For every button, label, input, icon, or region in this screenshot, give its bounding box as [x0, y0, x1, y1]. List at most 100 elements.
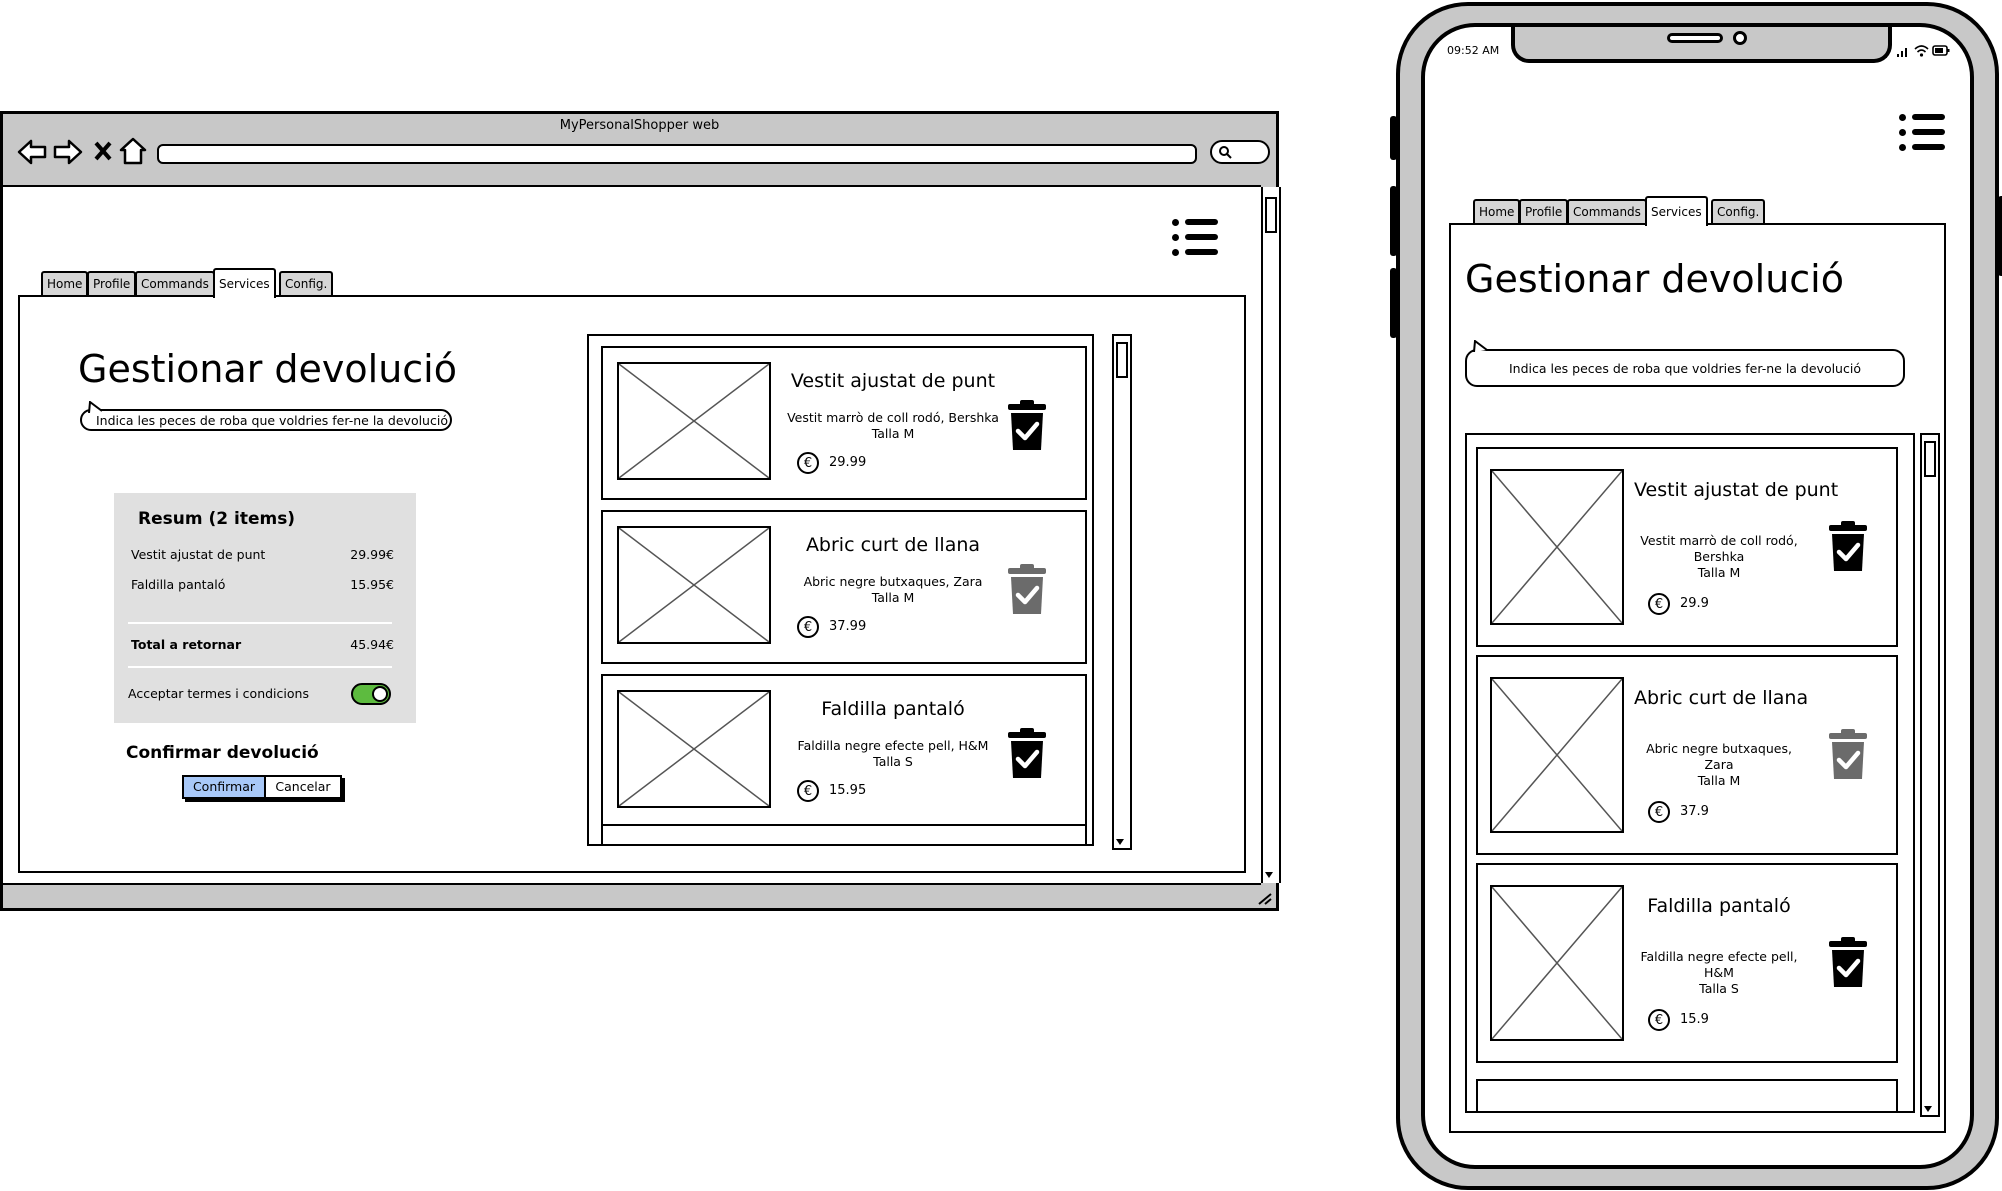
- product-image-placeholder: [617, 526, 771, 644]
- trash-check-icon[interactable]: [1005, 564, 1049, 620]
- terms-toggle[interactable]: [351, 683, 391, 705]
- product-title: Abric curt de llana: [805, 534, 981, 556]
- product-title: Faldilla pantaló: [1647, 895, 1791, 917]
- phone-screen: 09:52 AM Home Profile Commands Services …: [1421, 23, 1974, 1169]
- tab-profile[interactable]: Profile: [1519, 199, 1569, 225]
- page-scrollbar-thumb[interactable]: [1265, 197, 1277, 233]
- confirm-button[interactable]: Confirmar: [184, 777, 266, 797]
- page-title: Gestionar devolució: [78, 347, 457, 391]
- cancel-button[interactable]: Cancelar: [266, 777, 340, 797]
- product-description: Abric negre butxaques, Zara Talla M: [783, 574, 1003, 606]
- speaker: [1667, 33, 1723, 43]
- search-icon: [1219, 146, 1232, 159]
- euro-icon: €: [797, 452, 819, 474]
- phone-button[interactable]: [1998, 196, 2002, 276]
- page-scrollbar[interactable]: [1261, 187, 1281, 883]
- hint-text: Indica les peces de roba que voldries fe…: [96, 413, 448, 428]
- address-bar[interactable]: [157, 144, 1197, 164]
- product-card: Abric curt de llana Abric negre butxaques…: [601, 510, 1087, 664]
- list-scrollbar-thumb[interactable]: [1116, 342, 1128, 378]
- search-field[interactable]: [1210, 140, 1270, 164]
- forward-arrow-icon[interactable]: [53, 138, 83, 166]
- phone-frame: 09:52 AM Home Profile Commands Services …: [1390, 2, 2002, 1190]
- product-size: Talla M: [871, 590, 915, 605]
- hamburger-menu-icon[interactable]: [1172, 217, 1218, 257]
- product-title: Vestit ajustat de punt: [790, 370, 996, 392]
- product-description: Abric negre butxaques, Zara Talla M: [1634, 741, 1804, 789]
- home-icon[interactable]: [119, 136, 147, 166]
- tab-profile[interactable]: Profile: [87, 271, 137, 297]
- scroll-down-icon[interactable]: [1924, 1105, 1932, 1113]
- tab-config[interactable]: Config.: [1711, 199, 1766, 225]
- product-description: Faldilla negre efecte pell, H&M Talla S: [1634, 949, 1804, 997]
- summary-item-price: 29.99€: [350, 547, 394, 562]
- list-scrollbar[interactable]: [1112, 334, 1132, 850]
- product-card: Abric curt de llana Abric negre butxaques…: [1476, 655, 1898, 855]
- total-label: Total a retornar: [131, 637, 242, 652]
- page-title: Gestionar devolució: [1465, 257, 1844, 301]
- list-item: [1476, 1079, 1898, 1111]
- content-panel: Gestionar devolució Indica les peces de …: [1449, 223, 1946, 1133]
- product-description: Vestit marrò de coll rodó, Bershka Talla …: [1634, 533, 1804, 581]
- close-icon[interactable]: [92, 139, 114, 163]
- product-description: Vestit marrò de coll rodó, Bershka Talla …: [783, 410, 1003, 442]
- resize-grip-icon[interactable]: [1256, 891, 1272, 905]
- product-desc-text: Abric negre butxaques, Zara: [803, 574, 983, 589]
- phone-button[interactable]: [1390, 268, 1397, 338]
- product-desc-text: Faldilla negre efecte pell, H&M: [1640, 949, 1798, 980]
- product-price: 15.9: [1680, 1012, 1709, 1027]
- tab-bar: Home Profile Commands Services Config.: [41, 268, 341, 298]
- hint-callout: Indica les peces de roba que voldries fe…: [1465, 340, 1905, 387]
- trash-check-icon[interactable]: [1005, 400, 1049, 456]
- product-image-placeholder: [1490, 677, 1624, 833]
- tab-bar: Home Profile Commands Services Config.: [1473, 196, 1773, 226]
- product-card: Faldilla pantaló Faldilla negre efecte pe…: [1476, 863, 1898, 1063]
- trash-check-icon[interactable]: [1826, 937, 1870, 993]
- euro-icon: €: [797, 780, 819, 802]
- list-scrollbar[interactable]: [1920, 433, 1940, 1117]
- product-price: 37.9: [1680, 804, 1709, 819]
- phone-button[interactable]: [1390, 186, 1397, 256]
- summary-item-name: Faldilla pantaló: [131, 577, 226, 592]
- product-image-placeholder: [617, 362, 771, 480]
- summary-item-name: Vestit ajustat de punt: [131, 547, 266, 562]
- product-price: 37.99: [829, 619, 867, 634]
- divider: [128, 666, 392, 668]
- product-title: Faldilla pantaló: [821, 698, 965, 720]
- terms-label: Acceptar termes i condicions: [128, 686, 309, 701]
- tab-home[interactable]: Home: [1473, 199, 1521, 225]
- tab-config[interactable]: Config.: [279, 271, 334, 297]
- back-arrow-icon[interactable]: [17, 138, 47, 166]
- scroll-down-icon[interactable]: [1116, 838, 1124, 846]
- total-value: 45.94€: [350, 637, 394, 652]
- hint-text: Indica les peces de roba que voldries fe…: [1509, 361, 1861, 376]
- euro-icon: €: [797, 616, 819, 638]
- scroll-down-icon[interactable]: [1265, 871, 1273, 879]
- phone-notch: [1511, 27, 1892, 63]
- tab-commands[interactable]: Commands: [1567, 199, 1647, 225]
- product-title: Abric curt de llana: [1634, 687, 1809, 709]
- summary-title: Resum (2 items): [138, 509, 296, 529]
- tab-commands[interactable]: Commands: [135, 271, 215, 297]
- tab-services[interactable]: Services: [1645, 196, 1708, 226]
- wifi-icon: [1914, 45, 1929, 57]
- list-scrollbar-thumb[interactable]: [1924, 441, 1936, 477]
- product-price: 29.9: [1680, 596, 1709, 611]
- product-desc-text: Abric negre butxaques, Zara: [1646, 741, 1792, 772]
- browser-window: MyPersonalShopper web Home Profile Comma…: [0, 111, 1281, 911]
- product-card: Vestit ajustat de punt Vestit marrò de co…: [601, 346, 1087, 500]
- content-panel: Gestionar devolució Indica les peces de …: [18, 295, 1246, 873]
- phone-button[interactable]: [1390, 116, 1397, 160]
- hamburger-menu-icon[interactable]: [1899, 112, 1945, 152]
- tab-home[interactable]: Home: [41, 271, 89, 297]
- tab-services[interactable]: Services: [213, 268, 276, 298]
- euro-icon: €: [1648, 801, 1670, 823]
- browser-viewport: Home Profile Commands Services Config. G…: [3, 185, 1281, 885]
- trash-check-icon[interactable]: [1005, 728, 1049, 784]
- trash-check-icon[interactable]: [1826, 521, 1870, 577]
- product-price: 29.99: [829, 455, 867, 470]
- signal-icon: [1897, 48, 1907, 57]
- product-desc-text: Vestit marrò de coll rodó, Bershka: [787, 410, 999, 425]
- product-description: Faldilla negre efecte pell, H&M Talla S: [783, 738, 1003, 770]
- trash-check-icon[interactable]: [1826, 729, 1870, 785]
